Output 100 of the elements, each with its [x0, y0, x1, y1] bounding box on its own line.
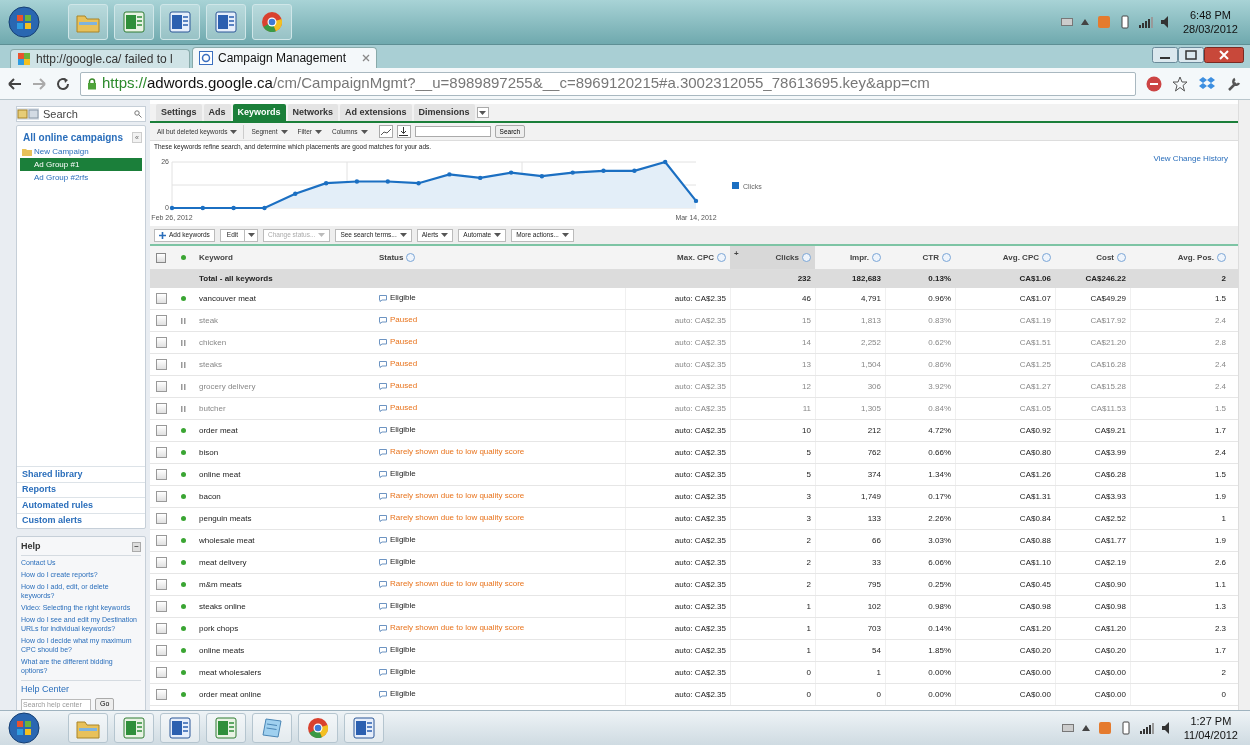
taskbar-button[interactable]: [114, 713, 154, 743]
status-dot[interactable]: [181, 472, 186, 477]
column-header[interactable]: Impr.: [849, 251, 869, 264]
taskbar-button[interactable]: [252, 713, 292, 743]
start-button-icon[interactable]: [8, 712, 40, 744]
taskbar-button[interactable]: [114, 4, 154, 40]
tree-item[interactable]: Ad Group #2rfs: [20, 171, 142, 184]
tab[interactable]: Networks: [287, 104, 339, 121]
forward-icon[interactable]: [32, 77, 46, 90]
notepad-icon[interactable]: [261, 717, 283, 739]
row-checkbox[interactable]: [155, 425, 167, 436]
campaigns-link[interactable]: All online campaigns: [23, 130, 124, 145]
row-checkbox[interactable]: [155, 381, 167, 392]
search-field[interactable]: [414, 126, 491, 137]
signal-icon[interactable]: [1139, 722, 1154, 734]
taskbar-button[interactable]: [206, 713, 246, 743]
row-checkbox[interactable]: [155, 315, 167, 326]
row-checkbox[interactable]: [155, 293, 167, 304]
volume-icon[interactable]: [1161, 722, 1172, 734]
collapse-button[interactable]: −: [132, 541, 141, 552]
row-checkbox[interactable]: [155, 491, 167, 502]
row-checkbox[interactable]: [155, 535, 167, 546]
spreadsheet-icon[interactable]: [123, 717, 145, 739]
speech-bubble-icon[interactable]: [379, 470, 387, 478]
status-dot[interactable]: [181, 516, 186, 521]
column-header[interactable]: Status: [379, 251, 404, 264]
column-header[interactable]: CTR: [922, 251, 939, 264]
speech-bubble-icon[interactable]: [379, 646, 387, 654]
browser-icon[interactable]: [307, 717, 329, 739]
status-dot[interactable]: [181, 494, 186, 499]
row-checkbox[interactable]: [155, 337, 167, 348]
speech-bubble-icon[interactable]: [379, 316, 387, 324]
row-checkbox[interactable]: [155, 689, 167, 700]
spreadsheet-icon[interactable]: [215, 717, 237, 739]
document-icon[interactable]: [215, 11, 237, 33]
row-checkbox[interactable]: [155, 557, 167, 568]
taskbar-button[interactable]: [160, 713, 200, 743]
taskbar-button[interactable]: [252, 4, 292, 40]
pause-icon[interactable]: [181, 361, 186, 368]
history-link[interactable]: View Change History: [1153, 153, 1228, 165]
box-icon[interactable]: [1198, 75, 1216, 92]
row-checkbox[interactable]: [155, 447, 167, 458]
browser-icon[interactable]: [261, 11, 283, 33]
status-dot[interactable]: [181, 670, 186, 675]
status-dot[interactable]: [181, 692, 186, 697]
tab[interactable]: Ad extensions: [340, 104, 412, 121]
taskbar-button[interactable]: [206, 4, 246, 40]
column-header[interactable]: Keyword: [199, 251, 233, 264]
taskbar-button[interactable]: [160, 4, 200, 40]
keyboard-icon[interactable]: [1060, 18, 1073, 26]
status-dot[interactable]: [181, 296, 186, 301]
row-checkbox[interactable]: [155, 601, 167, 612]
status-dot[interactable]: [181, 604, 186, 609]
tab[interactable]: Dimensions: [413, 104, 475, 121]
row-checkbox[interactable]: [155, 623, 167, 634]
keyboard-icon[interactable]: [1061, 724, 1074, 732]
column-header[interactable]: Cost: [1096, 251, 1114, 264]
column-header[interactable]: Avg. Pos.: [1177, 251, 1214, 264]
speech-bubble-icon[interactable]: [379, 580, 387, 588]
status-dot[interactable]: [181, 538, 186, 543]
add-column-marker[interactable]: +: [734, 248, 739, 260]
row-checkbox[interactable]: [155, 469, 167, 480]
back-icon[interactable]: [8, 77, 22, 90]
folder-icon[interactable]: [17, 108, 39, 120]
sidebar-link[interactable]: Reports: [17, 481, 145, 497]
pause-icon[interactable]: [181, 405, 186, 412]
status-dot[interactable]: [181, 428, 186, 433]
volume-icon[interactable]: [1160, 16, 1171, 28]
tab[interactable]: Ads: [203, 104, 231, 121]
sidebar-link[interactable]: Automated rules: [17, 497, 145, 513]
taskbar-button[interactable]: [298, 713, 338, 743]
speech-bubble-icon[interactable]: [379, 602, 387, 610]
browser-tab[interactable]: Campaign Management: [192, 47, 377, 68]
speech-bubble-icon[interactable]: [379, 558, 387, 566]
tree-item[interactable]: Ad Group #1: [20, 158, 142, 171]
row-checkbox[interactable]: [155, 403, 167, 414]
tab[interactable]: Keywords: [232, 104, 286, 121]
speech-bubble-icon[interactable]: [379, 338, 387, 346]
column-header[interactable]: Avg. CPC: [1002, 251, 1039, 264]
column-header[interactable]: Max. CPC: [677, 251, 714, 264]
taskbar-button[interactable]: [344, 713, 384, 743]
browser-tab[interactable]: http://google.ca/ failed to l: [10, 49, 190, 68]
wrench-icon[interactable]: [1226, 75, 1242, 92]
row-checkbox[interactable]: [155, 579, 167, 590]
status-dot[interactable]: [181, 626, 186, 631]
help-icon[interactable]: [1042, 253, 1051, 262]
help-icon[interactable]: [406, 253, 416, 262]
show-hidden-icons-icon[interactable]: [1081, 725, 1090, 731]
help-icon[interactable]: [1217, 253, 1226, 262]
battery-icon[interactable]: [1119, 721, 1132, 735]
speech-bubble-icon[interactable]: [379, 514, 387, 522]
pause-icon[interactable]: [181, 317, 186, 324]
tab[interactable]: Settings: [156, 104, 202, 121]
select-all-checkbox[interactable]: [156, 252, 166, 263]
search-field[interactable]: Search: [43, 105, 130, 123]
speech-bubble-icon[interactable]: [379, 492, 387, 500]
help-icon[interactable]: [872, 253, 881, 262]
maximize-icon[interactable]: [1178, 47, 1204, 63]
row-checkbox[interactable]: [155, 667, 167, 678]
speech-bubble-icon[interactable]: [379, 448, 387, 456]
